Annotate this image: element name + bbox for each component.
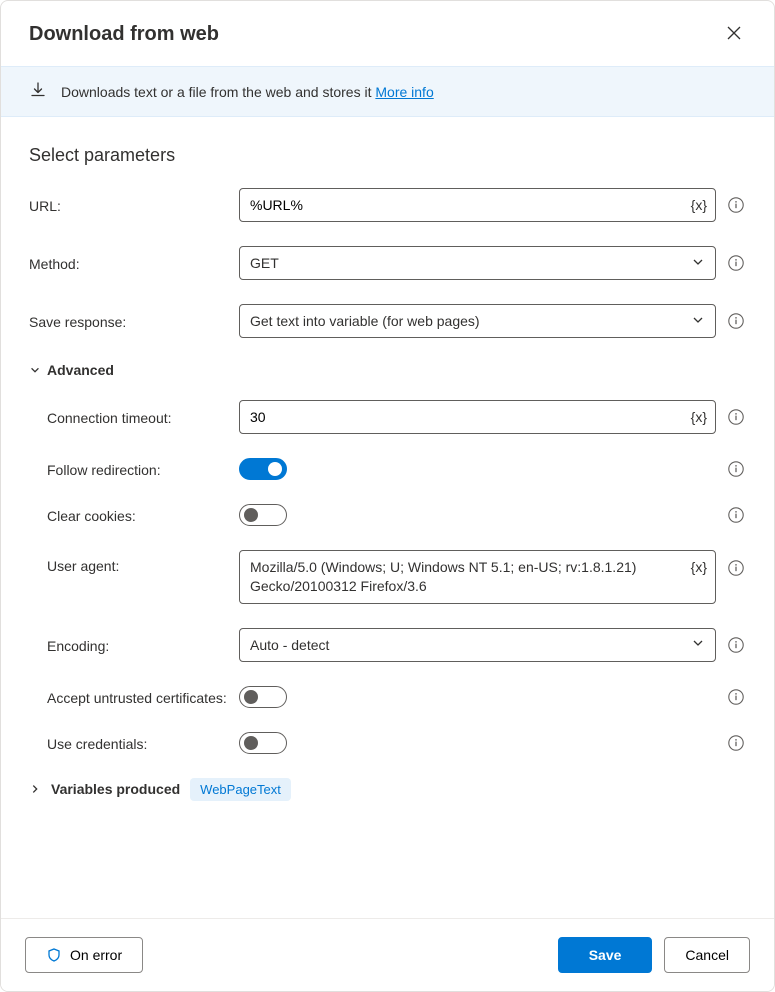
method-select[interactable]: GET <box>239 246 716 280</box>
cancel-button[interactable]: Cancel <box>664 937 750 973</box>
clear-cookies-label: Clear cookies: <box>29 506 229 524</box>
user-agent-input[interactable]: Mozilla/5.0 (Windows; U; Windows NT 5.1;… <box>250 551 705 603</box>
follow-redirection-label: Follow redirection: <box>29 460 229 478</box>
info-icon[interactable] <box>726 635 746 655</box>
info-icon[interactable] <box>726 687 746 707</box>
encoding-value: Auto - detect <box>250 637 691 653</box>
follow-redirection-toggle[interactable] <box>239 458 287 480</box>
info-icon[interactable] <box>726 253 746 273</box>
save-button[interactable]: Save <box>558 937 653 973</box>
advanced-label: Advanced <box>47 362 114 378</box>
info-icon[interactable] <box>726 733 746 753</box>
save-response-select[interactable]: Get text into variable (for web pages) <box>239 304 716 338</box>
variables-produced-toggle[interactable]: Variables produced WebPageText <box>29 778 746 801</box>
banner-text: Downloads text or a file from the web an… <box>61 84 375 100</box>
variable-picker-icon[interactable]: {x} <box>691 197 707 213</box>
accept-untrusted-toggle[interactable] <box>239 686 287 708</box>
chevron-down-icon <box>691 255 705 272</box>
info-icon[interactable] <box>726 311 746 331</box>
variable-pill[interactable]: WebPageText <box>190 778 291 801</box>
method-value: GET <box>250 255 691 271</box>
shield-icon <box>46 947 62 963</box>
info-icon[interactable] <box>726 195 746 215</box>
chevron-down-icon <box>691 313 705 330</box>
url-input[interactable] <box>250 190 705 220</box>
url-label: URL: <box>29 196 229 214</box>
download-icon <box>29 81 47 102</box>
timeout-label: Connection timeout: <box>29 408 229 426</box>
info-icon[interactable] <box>726 505 746 525</box>
chevron-down-icon <box>29 364 41 376</box>
encoding-select[interactable]: Auto - detect <box>239 628 716 662</box>
save-response-label: Save response: <box>29 312 229 330</box>
user-agent-label: User agent: <box>29 550 229 574</box>
encoding-label: Encoding: <box>29 636 229 654</box>
method-label: Method: <box>29 254 229 272</box>
timeout-input[interactable] <box>250 402 705 432</box>
user-agent-input-wrap: Mozilla/5.0 (Windows; U; Windows NT 5.1;… <box>239 550 716 604</box>
section-title: Select parameters <box>29 145 746 166</box>
variable-picker-icon[interactable]: {x} <box>691 559 707 575</box>
info-icon[interactable] <box>726 558 746 578</box>
clear-cookies-toggle[interactable] <box>239 504 287 526</box>
save-response-value: Get text into variable (for web pages) <box>250 313 691 329</box>
on-error-button[interactable]: On error <box>25 937 143 973</box>
more-info-link[interactable]: More info <box>375 84 433 100</box>
close-icon <box>726 29 742 44</box>
use-credentials-toggle[interactable] <box>239 732 287 754</box>
close-button[interactable] <box>722 21 746 48</box>
info-banner: Downloads text or a file from the web an… <box>1 66 774 117</box>
chevron-right-icon <box>29 783 41 795</box>
info-icon[interactable] <box>726 459 746 479</box>
info-icon[interactable] <box>726 407 746 427</box>
url-input-wrap: {x} <box>239 188 716 222</box>
on-error-label: On error <box>70 947 122 963</box>
accept-untrusted-label: Accept untrusted certificates: <box>29 688 229 706</box>
timeout-input-wrap: {x} <box>239 400 716 434</box>
use-credentials-label: Use credentials: <box>29 734 229 752</box>
advanced-toggle[interactable]: Advanced <box>29 362 746 378</box>
variables-produced-label: Variables produced <box>51 781 180 797</box>
chevron-down-icon <box>691 636 705 653</box>
dialog-title: Download from web <box>29 23 219 46</box>
variable-picker-icon[interactable]: {x} <box>691 409 707 425</box>
